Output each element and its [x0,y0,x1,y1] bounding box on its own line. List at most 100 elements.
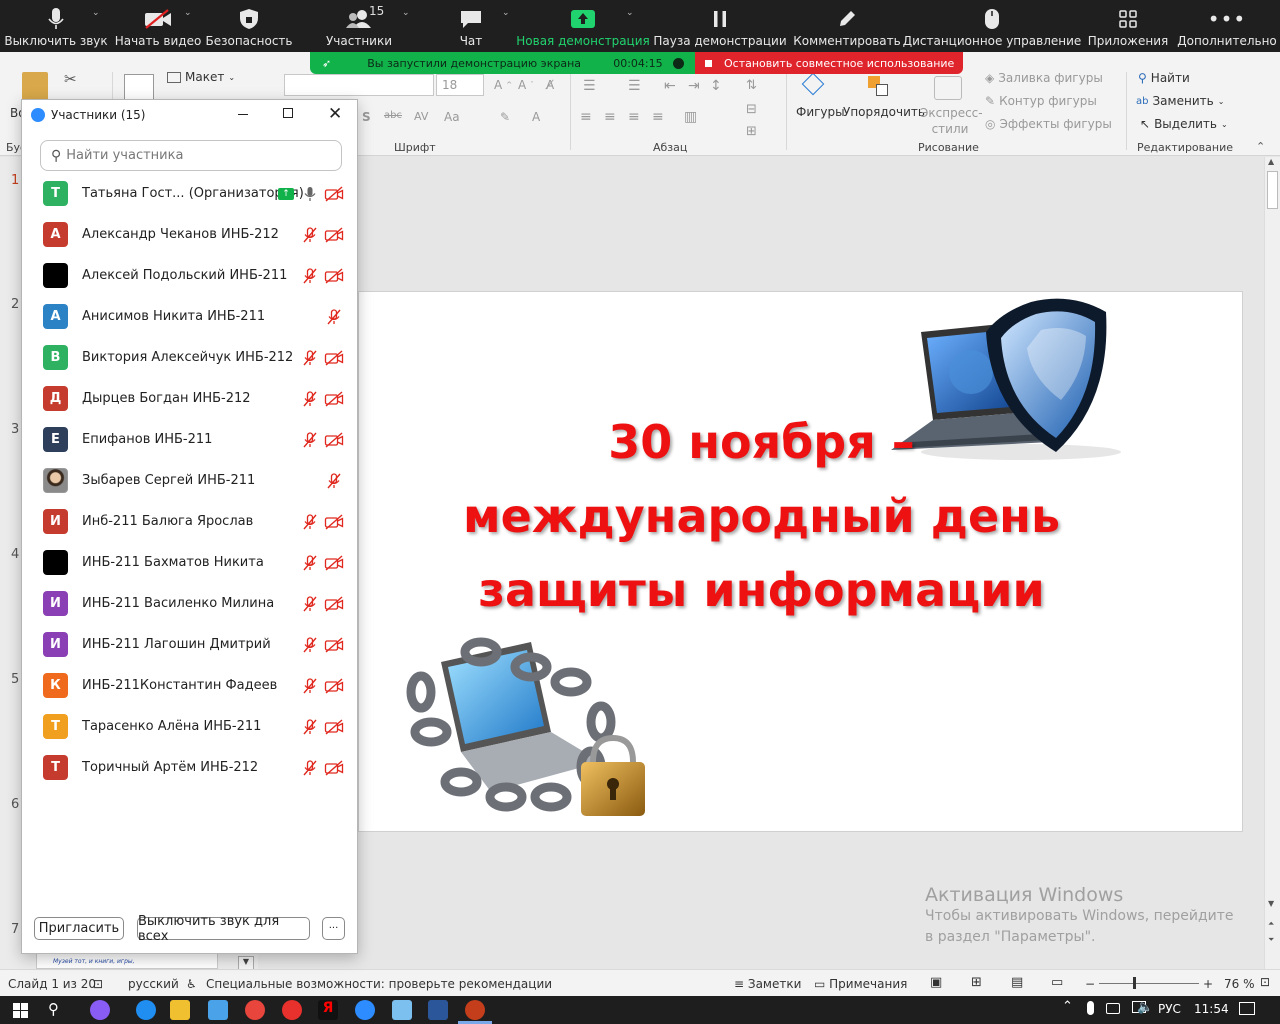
microphone-muted-icon[interactable] [302,718,318,735]
slideshow-icon[interactable]: ▭ [1051,975,1063,990]
text-direction-icon[interactable]: ⇅ [746,78,757,93]
microphone-muted-icon[interactable] [302,759,318,776]
increase-indent-icon[interactable]: ⇥ [688,78,700,94]
change-case-icon[interactable]: Aa [444,110,460,124]
participant-row[interactable]: И ИНБ-211 Василенко Милина [22,583,357,624]
prev-slide-icon[interactable]: ⏶ [1268,919,1274,929]
zoom-slider-thumb[interactable] [1133,977,1136,989]
microphone-muted-icon[interactable] [302,390,318,407]
video-off-icon[interactable] [324,759,344,776]
select-button[interactable]: ↖ Выделить ⌄ [1140,117,1228,131]
clock[interactable]: 11:54 [1194,1002,1229,1016]
fit-slide-icon[interactable]: ⊡ [1260,975,1270,989]
participant-row[interactable]: И ИНБ-211 Лагошин Дмитрий [22,624,357,665]
font-size-input[interactable]: 18 [436,74,484,96]
columns-icon[interactable]: ▥ [684,109,697,125]
layout-button[interactable]: Макет ⌄ [167,70,235,84]
arrange-icon[interactable] [866,74,894,100]
participant-row[interactable]: В Виктория Алексейчук ИНБ-212 [22,337,357,378]
video-off-icon[interactable] [324,636,344,653]
replace-button[interactable]: ab Заменить ⌄ [1136,94,1224,108]
file-explorer-icon[interactable] [170,1000,190,1020]
microphone-muted-icon[interactable] [302,636,318,653]
mute-button[interactable]: ⌄ Выключить звук [0,0,112,52]
slide-sorter-icon[interactable]: ⊞ [971,975,982,990]
more-options-button[interactable]: ··· [322,917,345,940]
align-left-icon[interactable]: ≡ [580,109,592,125]
microphone-muted-icon[interactable] [302,595,318,612]
video-off-icon[interactable] [324,677,344,694]
zoom-in-icon[interactable]: + [1203,977,1213,991]
volume-icon[interactable]: 🔈 [1137,1000,1153,1015]
video-off-icon[interactable] [324,226,344,243]
slide-title[interactable]: 30 ноября – международный день защиты ин… [359,405,1164,627]
shapes-icon[interactable] [801,72,831,100]
strikethrough-icon[interactable]: abc [384,110,402,121]
language-indicator[interactable]: русский [128,977,179,991]
microphone-muted-icon[interactable] [302,677,318,694]
participant-row[interactable]: Т Торичный Артём ИНБ-212 [22,747,357,788]
start-video-button[interactable]: ⌄ Начать видео [112,0,204,52]
bullets-icon[interactable]: ☰ [583,78,596,94]
zoom-level[interactable]: 76 % [1224,977,1255,991]
video-off-icon[interactable] [324,267,344,284]
video-off-icon[interactable] [324,390,344,407]
minimize-icon[interactable] [238,114,248,115]
stop-share-button[interactable]: Остановить совместное использование [695,52,963,74]
chat-button[interactable]: ⌄ Чат [424,0,518,52]
powerpoint-icon[interactable] [465,1000,485,1020]
tray-chevron-icon[interactable]: ⌃ [1062,999,1073,1014]
remote-control-button[interactable]: Дистанционное управление [902,0,1082,52]
quick-styles-button[interactable]: Экспресс-стили [920,105,983,137]
microphone-muted-icon[interactable] [302,513,318,530]
cut-icon[interactable]: ✂ [64,70,77,88]
shape-effects-button[interactable]: ◎ Эффекты фигуры [985,117,1112,131]
participants-titlebar[interactable]: Участники (15) ✕ [22,100,357,130]
scroll-up-icon[interactable]: ▲ [1268,157,1274,166]
video-off-icon[interactable] [324,185,344,202]
align-right-icon[interactable]: ≡ [628,109,640,125]
zoom-app-icon[interactable] [355,1000,375,1020]
participant-row[interactable]: Т Тарасенко Алёна ИНБ-211 [22,706,357,747]
participant-search-input[interactable]: ⚲ Найти участника [40,140,342,171]
slide-thumbnail[interactable]: Музей тот, и книги, игры, [36,953,218,969]
video-off-icon[interactable] [324,431,344,448]
thumb-scroll-down-icon[interactable]: ▼ [238,956,254,970]
new-slide-icon[interactable] [124,74,154,100]
participant-row[interactable]: Зыбарев Сергей ИНБ-211 [22,460,357,501]
accessibility-status[interactable]: Специальные возможности: проверьте реком… [206,977,552,991]
char-spacing-icon[interactable]: AV [414,110,428,123]
zoom-out-icon[interactable]: − [1085,977,1095,991]
microphone-muted-icon[interactable] [302,349,318,366]
new-share-button[interactable]: ⌄ Новая демонстрация [516,0,650,52]
participant-row[interactable]: Т Татьяна Гост... (Организатор, я) ↑ [22,173,357,214]
notification-icon[interactable] [1239,1002,1255,1015]
highlight-icon[interactable]: ✎ [500,110,510,124]
security-button[interactable]: Безопасность [204,0,294,52]
keyboard-language[interactable]: РУС [1158,1002,1181,1016]
zoom-slider[interactable] [1099,977,1199,989]
font-grow-icon[interactable]: A ^ [494,78,512,92]
participant-row[interactable]: А Анисимов Никита ИНБ-211 [22,296,357,337]
microphone-muted-icon[interactable] [326,472,342,489]
participants-button[interactable]: 15 ⌄ Участники [294,0,424,52]
clear-format-icon[interactable]: A̸ [546,78,554,92]
next-slide-icon[interactable]: ⏷ [1268,935,1274,945]
current-slide[interactable]: 30 ноября – международный день защиты ин… [358,291,1243,832]
quick-styles-icon[interactable] [934,76,962,100]
video-off-icon[interactable] [324,595,344,612]
align-center-icon[interactable]: ≡ [604,109,616,125]
shapes-button[interactable]: Фигуры [796,105,845,119]
apps-button[interactable]: Приложения [1082,0,1174,52]
accessibility-icon[interactable]: ♿ [186,977,197,991]
mute-all-button[interactable]: Выключить звук для всех [137,914,310,944]
video-off-icon[interactable] [324,718,344,735]
participant-row[interactable]: А Александр Чеканов ИНБ-212 [22,214,357,255]
edge-icon[interactable] [136,1000,156,1020]
justify-icon[interactable]: ≡ [652,109,664,125]
invite-button[interactable]: Пригласить [34,917,124,940]
chevron-down-icon[interactable]: ⌄ [502,8,510,18]
scroll-thumb[interactable] [1267,171,1278,209]
chrome-icon[interactable] [245,1000,265,1020]
decrease-indent-icon[interactable]: ⇤ [664,78,676,94]
